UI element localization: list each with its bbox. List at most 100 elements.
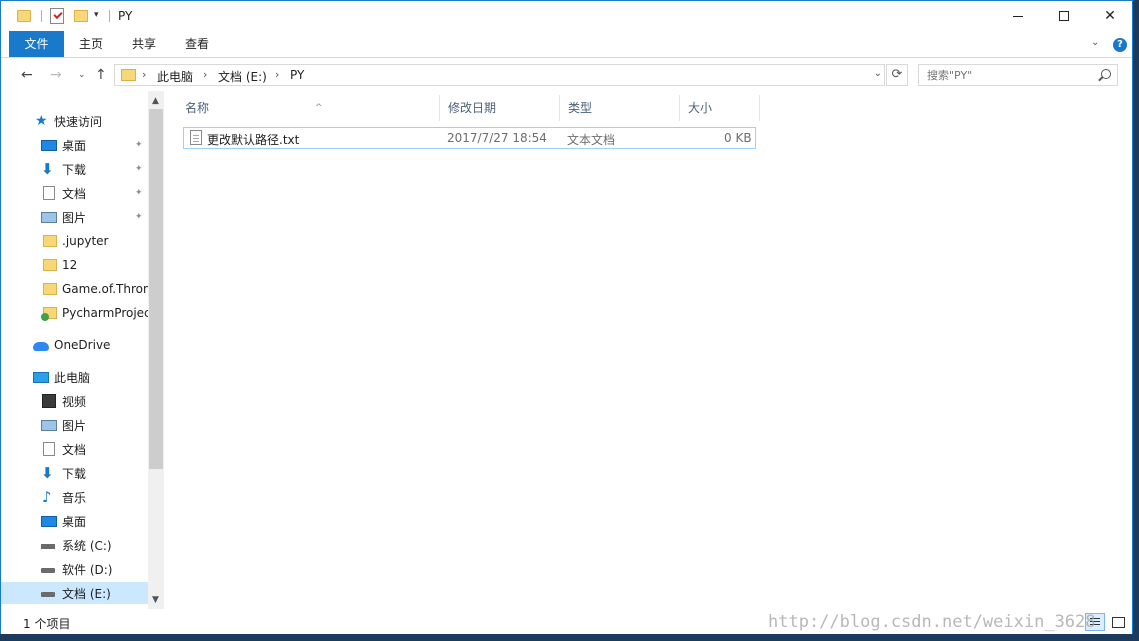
file-modified: 2017/7/27 18:54 <box>447 131 547 145</box>
tab-file[interactable]: 文件 <box>9 31 64 57</box>
window-title: PY <box>118 9 133 23</box>
quick-access-separator <box>41 10 42 22</box>
sidebar-item-jupyter[interactable]: .jupyter <box>1 230 148 252</box>
navigation-scrollbar[interactable]: ▲ ▼ <box>148 91 164 609</box>
sidebar-item-pictures[interactable]: 图片 ✦ <box>1 206 148 228</box>
customize-toolbar-chevron-icon[interactable]: ▾ <box>94 10 99 28</box>
sidebar-item-videos[interactable]: 视频 <box>1 390 148 412</box>
scroll-down-arrow-icon[interactable]: ▼ <box>152 595 159 605</box>
breadcrumb-drive-e[interactable]: 文档 (E:) <box>218 68 267 85</box>
sidebar-item-label: 视频 <box>62 394 87 409</box>
navigation-bar: ← → ⌄ ↑ › 此电脑 › 文档 (E:) › PY ⌄ ⟳ <box>1 59 1132 91</box>
refresh-button[interactable]: ⟳ <box>886 64 908 86</box>
pin-icon[interactable]: ✦ <box>135 212 143 222</box>
sidebar-item-documents[interactable]: 文档 ✦ <box>1 182 148 204</box>
drive-icon <box>41 592 55 597</box>
file-row[interactable]: 更改默认路径.txt 2017/7/27 18:54 文本文档 0 KB <box>183 127 756 149</box>
download-icon: ⬇ <box>41 160 54 178</box>
sidebar-item-this-pc[interactable]: 此电脑 <box>1 366 148 388</box>
sidebar-item-label: 下载 <box>62 466 87 481</box>
sidebar-item-pc-documents[interactable]: 文档 <box>1 438 148 460</box>
forward-button[interactable]: → <box>50 67 62 83</box>
sidebar-item-quick-access[interactable]: ★ 快速访问 <box>1 110 148 132</box>
title-bar: ▾ PY ✕ <box>1 1 1132 31</box>
help-icon[interactable]: ? <box>1113 38 1127 52</box>
column-header-name[interactable]: 名称 ^ <box>177 95 440 121</box>
sidebar-item-game-of-throne[interactable]: Game.of.Throne <box>1 278 148 300</box>
address-bar[interactable]: › 此电脑 › 文档 (E:) › PY ⌄ <box>114 64 885 86</box>
sidebar-item-label: 音乐 <box>62 490 87 505</box>
drive-icon <box>41 568 55 573</box>
file-type: 文本文档 <box>567 133 616 147</box>
sidebar-item-desktop[interactable]: 桌面 ✦ <box>1 134 148 156</box>
scrollbar-thumb[interactable] <box>149 109 163 469</box>
sidebar-item-label: 图片 <box>62 418 87 433</box>
column-header-modified[interactable]: 修改日期 <box>440 95 560 121</box>
scroll-up-arrow-icon[interactable]: ▲ <box>152 96 159 106</box>
navigation-pane: ★ 快速访问 桌面 ✦ ⬇ 下载 ✦ 文档 ✦ 图片 ✦ .jupyter 12… <box>1 91 165 609</box>
desktop-icon <box>41 140 57 151</box>
pin-icon[interactable]: ✦ <box>135 188 143 198</box>
breadcrumb-separator[interactable]: › <box>275 68 279 81</box>
sidebar-item-drive-c[interactable]: 系统 (C:) <box>1 534 148 556</box>
sidebar-item-12[interactable]: 12 <box>1 254 148 276</box>
download-icon: ⬇ <box>41 464 54 482</box>
large-icons-view-icon[interactable] <box>1109 613 1127 631</box>
column-header-size[interactable]: 大小 <box>680 95 760 121</box>
maximize-button[interactable] <box>1041 1 1087 31</box>
document-icon <box>43 442 55 456</box>
minimize-icon <box>1013 15 1023 17</box>
sidebar-item-onedrive[interactable]: OneDrive <box>1 334 148 356</box>
back-button[interactable]: ← <box>21 67 33 83</box>
sidebar-item-downloads[interactable]: ⬇ 下载 ✦ <box>1 158 148 180</box>
video-icon <box>42 394 56 408</box>
expand-ribbon-chevron-icon[interactable]: ⌄ <box>1091 37 1099 48</box>
tab-view[interactable]: 查看 <box>173 31 221 57</box>
sidebar-item-label: .jupyter <box>62 234 109 248</box>
file-name: 更改默认路径.txt <box>207 133 300 147</box>
onedrive-icon <box>33 342 49 351</box>
sidebar-item-label: 桌面 <box>62 138 87 153</box>
pin-icon[interactable]: ✦ <box>135 140 143 150</box>
picture-icon <box>41 212 57 223</box>
text-file-icon <box>190 130 202 145</box>
title-separator <box>109 10 110 22</box>
sidebar-item-pc-pictures[interactable]: 图片 <box>1 414 148 436</box>
folder-icon <box>121 69 136 81</box>
recent-locations-chevron-icon[interactable]: ⌄ <box>78 70 86 80</box>
breadcrumb-separator[interactable]: › <box>142 68 146 81</box>
search-input[interactable] <box>919 65 1094 85</box>
sidebar-item-music[interactable]: ♪ 音乐 <box>1 486 148 508</box>
up-button[interactable]: ↑ <box>95 67 107 83</box>
sidebar-item-pc-desktop[interactable]: 桌面 <box>1 510 148 532</box>
sidebar-item-pycharm-projects[interactable]: PycharmProjects <box>1 302 148 324</box>
pin-icon[interactable]: ✦ <box>135 164 143 174</box>
watermark: http://blog.csdn.net/weixin_3628 <box>768 612 1096 632</box>
address-history-chevron-icon[interactable]: ⌄ <box>874 68 882 79</box>
column-header-label: 名称 <box>185 101 210 115</box>
maximize-icon <box>1059 11 1069 21</box>
tab-share[interactable]: 共享 <box>120 31 168 57</box>
new-folder-icon[interactable] <box>74 10 88 22</box>
breadcrumb-separator[interactable]: › <box>203 68 207 81</box>
close-button[interactable]: ✕ <box>1087 1 1133 31</box>
sidebar-item-label: 文档 (E:) <box>62 586 111 601</box>
sidebar-item-pc-downloads[interactable]: ⬇ 下载 <box>1 462 148 484</box>
ribbon-tabs: 文件 主页 共享 查看 ⌄ ? <box>1 31 1132 58</box>
computer-icon <box>33 372 49 383</box>
minimize-button[interactable] <box>995 1 1041 31</box>
sidebar-item-drive-e[interactable]: 文档 (E:) <box>1 582 148 604</box>
tab-home[interactable]: 主页 <box>67 31 115 57</box>
sidebar-item-drive-d[interactable]: 软件 (D:) <box>1 558 148 580</box>
search-icon[interactable] <box>1101 69 1111 79</box>
folder-icon <box>17 10 31 22</box>
desktop-icon <box>41 516 57 527</box>
breadcrumb-this-pc[interactable]: 此电脑 <box>157 68 193 85</box>
breadcrumb-py[interactable]: PY <box>290 68 304 82</box>
document-icon <box>43 186 55 200</box>
properties-icon[interactable] <box>50 8 64 24</box>
search-box[interactable] <box>918 64 1118 86</box>
column-header-type[interactable]: 类型 <box>560 95 680 121</box>
folder-icon <box>43 235 57 247</box>
sidebar-item-label: 下载 <box>62 162 87 177</box>
